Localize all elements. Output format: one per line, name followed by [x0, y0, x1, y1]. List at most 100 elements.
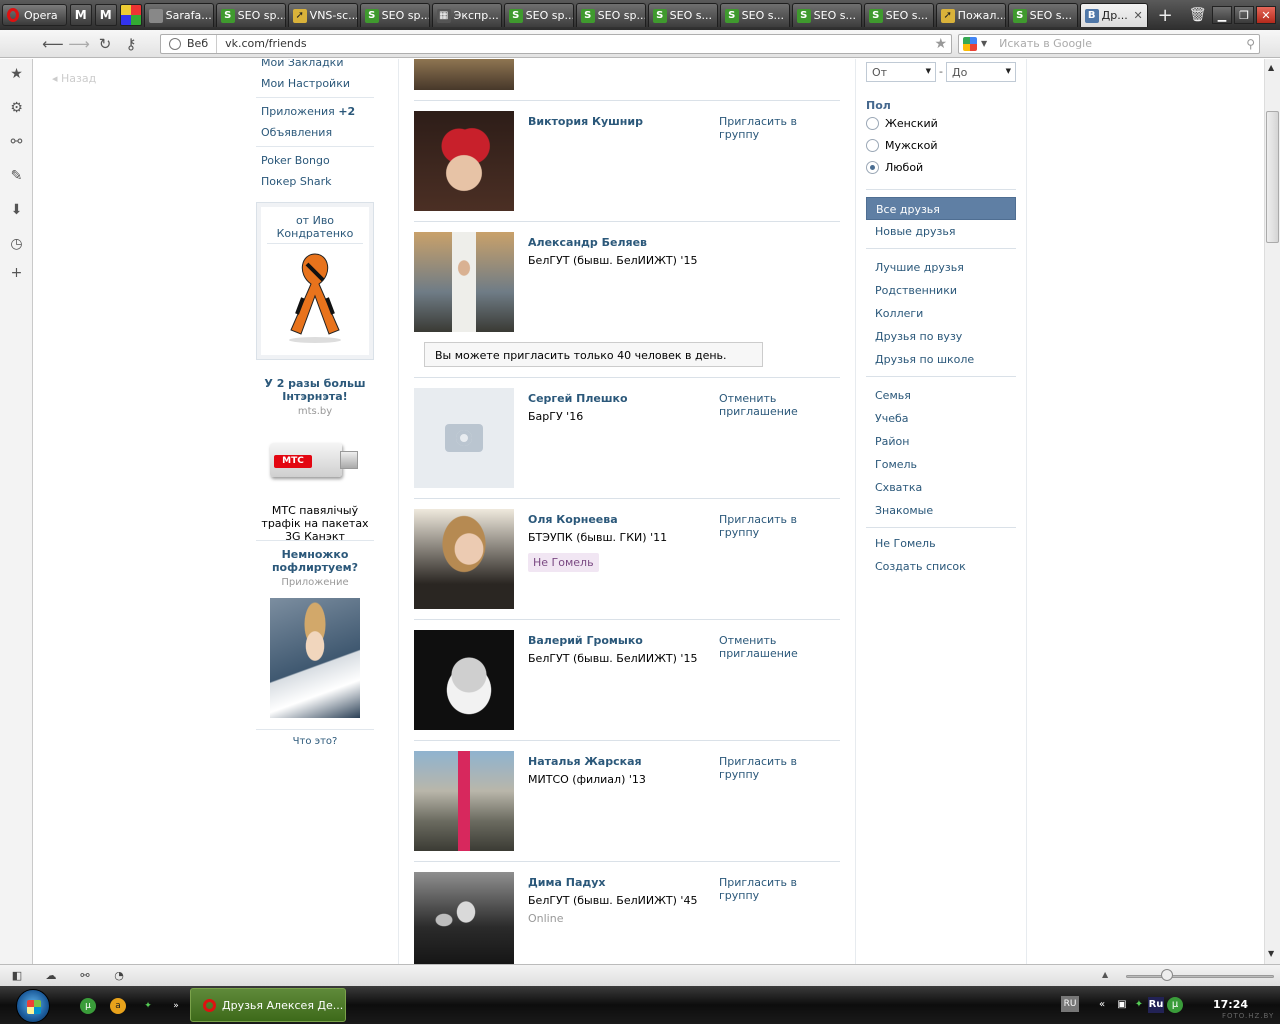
page-scrollbar[interactable]: ▲ ▼ — [1264, 59, 1280, 964]
url-text[interactable]: vk.com/friends — [217, 37, 306, 50]
ad-flirt-title[interactable]: Немножко пофлиртуем? — [256, 548, 374, 574]
sex-female-option[interactable]: Женский — [866, 117, 938, 130]
back-arrow-icon[interactable]: ⟵ — [40, 35, 66, 53]
utorrent-icon[interactable]: µ — [80, 998, 96, 1014]
cancel-invitation-link[interactable]: Отменить приглашение — [719, 634, 837, 660]
tab-close-icon[interactable]: ✕ — [1133, 9, 1142, 22]
friend-avatar[interactable] — [414, 509, 514, 609]
list-family[interactable]: Семья — [866, 384, 1016, 407]
browser-tab-active[interactable]: В Др... ✕ — [1079, 3, 1148, 27]
forward-arrow-icon[interactable]: ⟶ — [66, 35, 92, 53]
friend-avatar[interactable] — [414, 630, 514, 730]
taskbar-opera-window[interactable]: Друзья Алексея Де... — [190, 988, 346, 1022]
menu-apps[interactable]: Приложения +2 — [261, 105, 355, 118]
back-link[interactable]: Назад — [52, 72, 96, 85]
ad-mts-text[interactable]: МТС павялічыў трафік на пакетах 3G Канэк… — [256, 504, 374, 543]
friend-name[interactable]: Виктория Кушнир — [528, 115, 643, 128]
restore-icon[interactable]: ❐ — [1234, 6, 1254, 24]
radio-icon[interactable] — [866, 139, 879, 152]
network-icon[interactable]: ▣ — [1114, 997, 1130, 1013]
menu-poker-bongo[interactable]: Poker Bongo — [261, 154, 330, 167]
history-icon[interactable]: ◷ — [9, 237, 24, 252]
scroll-thumb[interactable] — [1266, 111, 1279, 243]
zoom-slider-handle[interactable] — [1161, 969, 1173, 981]
sex-male-option[interactable]: Мужской — [866, 139, 937, 152]
zoom-slider[interactable] — [1126, 975, 1274, 978]
what-is-this-link[interactable]: Что это? — [256, 736, 374, 747]
list-best-friends[interactable]: Лучшие друзья — [866, 256, 1016, 279]
sex-any-option[interactable]: Любой — [866, 161, 923, 174]
more-quicklaunch-icon[interactable]: » — [168, 998, 184, 1014]
utorrent-tray-icon[interactable]: µ — [1167, 997, 1183, 1013]
browser-tab[interactable]: S SEO sp... — [215, 3, 286, 27]
invite-to-group-link[interactable]: Пригласить в группу — [719, 755, 837, 781]
menu-poker-shark[interactable]: Покер Shark — [261, 175, 331, 188]
friend-avatar[interactable] — [414, 59, 514, 90]
bookmark-star-icon[interactable]: ★ — [934, 36, 947, 52]
ad-mts-image[interactable]: МТС — [270, 439, 358, 479]
list-all-friends[interactable]: Все друзья — [866, 197, 1016, 220]
system-clock[interactable]: 17:24 — [1213, 998, 1248, 1011]
search-input[interactable]: ▼ Искать в Google ⚲ — [958, 33, 1260, 54]
list-gomel[interactable]: Гомель — [866, 453, 1016, 476]
friend-avatar[interactable] — [414, 232, 514, 332]
menu-ads[interactable]: Объявления — [261, 126, 332, 139]
search-icon[interactable]: ⚲ — [1246, 37, 1255, 51]
menu-settings[interactable]: Мои Настройки — [261, 77, 350, 90]
address-field[interactable]: Веб vk.com/friends ★ — [160, 33, 952, 54]
browser-tab[interactable]: S SEO sp... — [359, 3, 430, 27]
start-button[interactable] — [16, 989, 50, 1023]
new-tab-icon[interactable]: + — [1158, 5, 1173, 26]
butterfly-icon[interactable]: ✦ — [140, 998, 156, 1014]
notes-icon[interactable]: ✎ — [9, 169, 24, 184]
panel-toggle-icon[interactable]: ◧ — [10, 969, 24, 982]
invite-to-group-link[interactable]: Пригласить в группу — [719, 876, 837, 902]
list-relatives[interactable]: Родственники — [866, 279, 1016, 302]
friend-name[interactable]: Наталья Жарская — [528, 755, 642, 768]
unite-icon[interactable]: ⚯ — [9, 135, 24, 150]
close-window-icon[interactable]: ✕ — [1256, 6, 1276, 24]
google-icon[interactable] — [963, 36, 977, 51]
unite-icon[interactable]: ⚯ — [78, 969, 92, 982]
invite-to-group-link[interactable]: Пригласить в группу — [719, 115, 837, 141]
speed-dial-tab[interactable]: M — [69, 4, 92, 26]
friend-avatar[interactable] — [414, 388, 514, 488]
ad-flirt-image[interactable] — [270, 598, 360, 718]
friend-name[interactable]: Оля Корнеева — [528, 513, 618, 526]
zoom-arrow-icon[interactable]: ▲ — [1102, 970, 1108, 979]
browser-tab[interactable]: S SEO s... — [863, 3, 934, 27]
site-info[interactable]: Веб — [161, 34, 218, 53]
avast-icon[interactable]: a — [110, 998, 126, 1014]
list-university-friends[interactable]: Друзья по вузу — [866, 325, 1016, 348]
invite-to-group-link[interactable]: Пригласить в группу — [719, 513, 837, 539]
bookmarks-icon[interactable]: ★ — [9, 67, 24, 82]
gift-box[interactable]: от Иво Кондратенко — [256, 202, 374, 360]
gift-title[interactable]: от Иво Кондратенко — [261, 214, 369, 240]
friend-avatar[interactable] — [414, 872, 514, 964]
browser-tab[interactable]: S SEO s... — [1007, 3, 1078, 27]
browser-tab[interactable]: Sarafa... — [143, 3, 214, 27]
speed-dial-tab[interactable]: M — [94, 4, 117, 26]
list-district[interactable]: Район — [866, 430, 1016, 453]
cancel-invitation-link[interactable]: Отменить приглашение — [719, 392, 837, 418]
radio-icon[interactable] — [866, 161, 879, 174]
chevron-down-icon[interactable]: ▼ — [981, 39, 987, 48]
list-school-friends[interactable]: Друзья по школе — [866, 348, 1016, 371]
browser-tab[interactable]: S SEO sp... — [503, 3, 574, 27]
radio-icon[interactable] — [866, 117, 879, 130]
friend-name[interactable]: Валерий Громыко — [528, 634, 643, 647]
reload-icon[interactable]: ↻ — [92, 35, 118, 53]
list-colleagues[interactable]: Коллеги — [866, 302, 1016, 325]
trash-icon[interactable]: 🗑 — [1189, 7, 1207, 23]
friend-name[interactable]: Александр Беляев — [528, 236, 647, 249]
friend-list-tag[interactable]: Не Гомель — [528, 553, 599, 572]
age-from-select[interactable]: От — [866, 62, 936, 82]
turbo-icon[interactable]: ◔ — [112, 969, 126, 982]
list-new-friends[interactable]: Новые друзья — [866, 220, 1016, 243]
friend-avatar[interactable] — [414, 111, 514, 211]
age-to-select[interactable]: До — [946, 62, 1016, 82]
browser-tab[interactable]: S SEO s... — [791, 3, 862, 27]
browser-tab[interactable]: ▦ Экспр... — [431, 3, 502, 27]
list-skhvatka[interactable]: Схватка — [866, 476, 1016, 499]
cloud-icon[interactable]: ☁ — [44, 969, 58, 982]
